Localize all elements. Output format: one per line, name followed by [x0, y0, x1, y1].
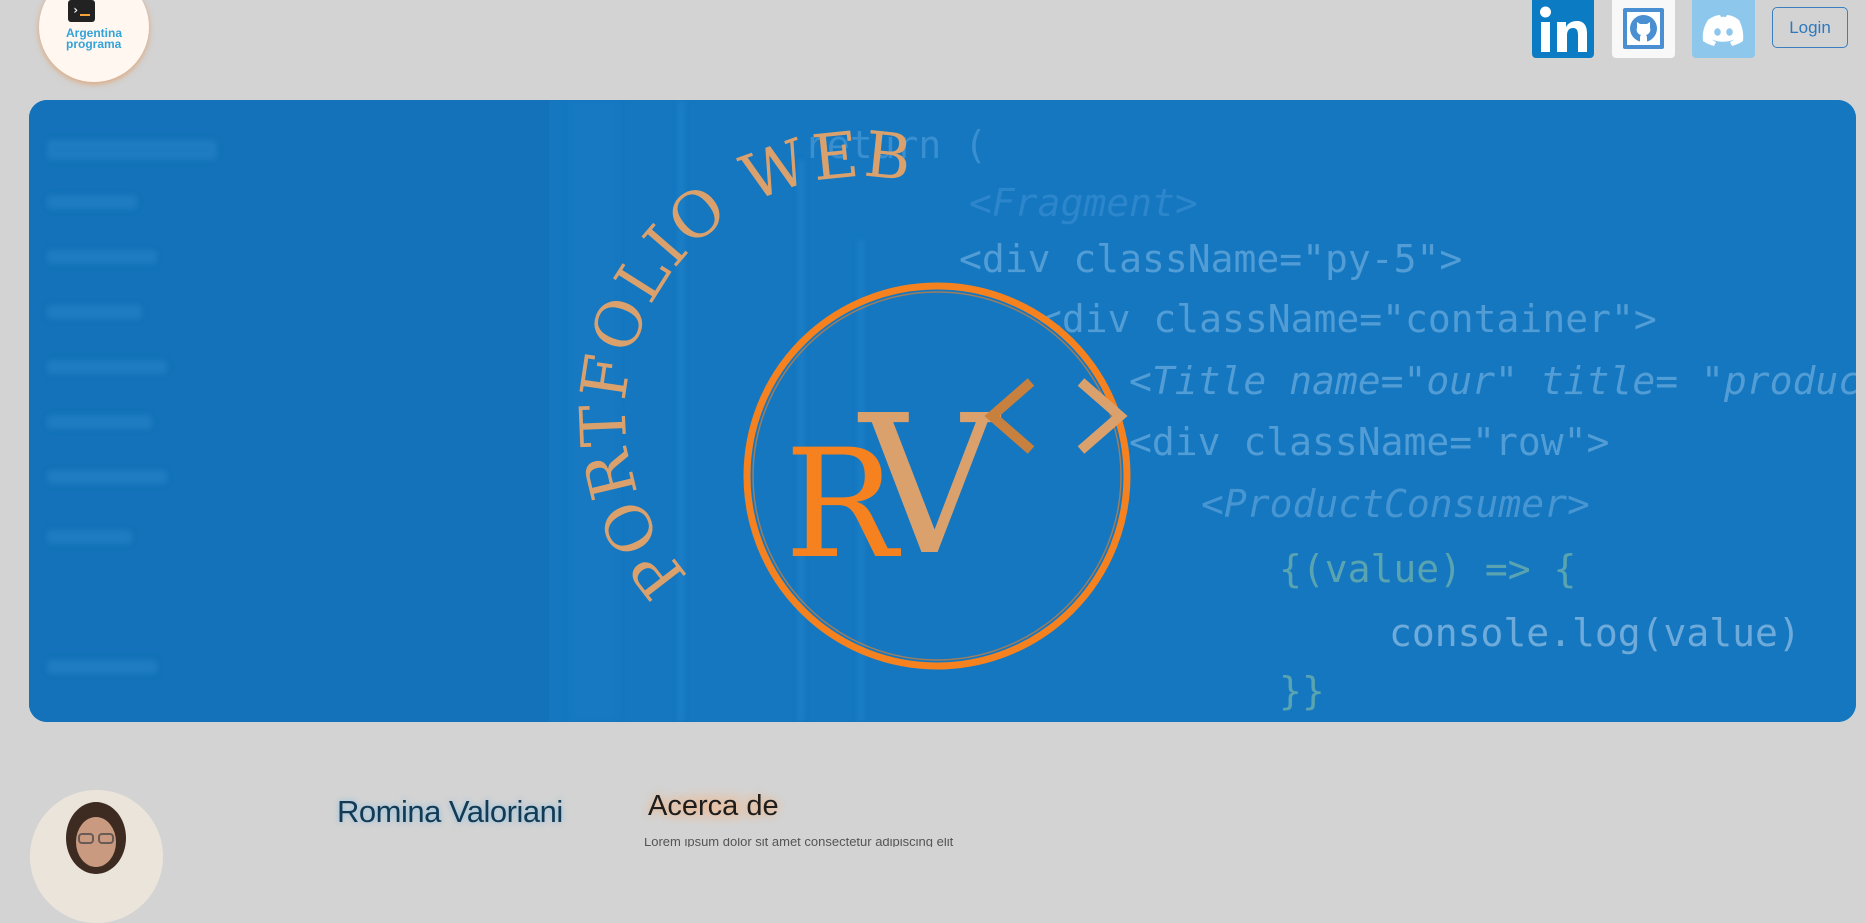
about-text: Lorem ipsum dolor sit amet consectetur a…	[644, 838, 1164, 847]
code-line-7: <ProductConsumer>	[1201, 482, 1590, 526]
github-link[interactable]	[1612, 0, 1675, 58]
code-line-9: console.log(value)	[1389, 611, 1801, 655]
github-icon	[1623, 8, 1664, 49]
logo-text: Argentina programa	[66, 27, 146, 51]
discord-icon	[1702, 15, 1744, 46]
argentina-programa-logo[interactable]: › Argentina programa	[39, 0, 149, 82]
hero-banner: return ( <Fragment> <div className="py-5…	[29, 100, 1856, 722]
monogram-r: R	[785, 418, 902, 592]
hero-graphic: return ( <Fragment> <div className="py-5…	[29, 100, 1856, 722]
about-text-partial: Lorem ipsum dolor sit amet consectetur a…	[644, 838, 954, 847]
profile-name: Romina Valoriani	[337, 794, 563, 829]
terminal-icon: ›	[68, 0, 95, 22]
top-navbar: › Argentina programa Login	[0, 0, 1865, 95]
login-button[interactable]: Login	[1772, 7, 1848, 48]
logo-line-2: programa	[66, 37, 122, 51]
code-line-5: <Title name="our" title= "product	[1129, 359, 1856, 403]
discord-link[interactable]	[1692, 0, 1755, 58]
linkedin-link[interactable]	[1532, 0, 1594, 58]
code-line-10: }}	[1279, 669, 1325, 713]
avatar-photo	[30, 790, 163, 923]
about-heading: Acerca de	[638, 786, 789, 827]
code-line-4: <div className="container">	[1039, 297, 1657, 341]
profile-avatar	[30, 790, 163, 923]
code-line-8: {(value) => {	[1279, 547, 1576, 591]
code-line-6: <div className="row">	[1129, 420, 1609, 464]
terminal-prompt: ›	[72, 3, 80, 17]
code-line-3: <div className="py-5">	[959, 237, 1462, 281]
code-line-2: <Fragment>	[969, 181, 1198, 225]
linkedin-icon	[1540, 6, 1587, 52]
